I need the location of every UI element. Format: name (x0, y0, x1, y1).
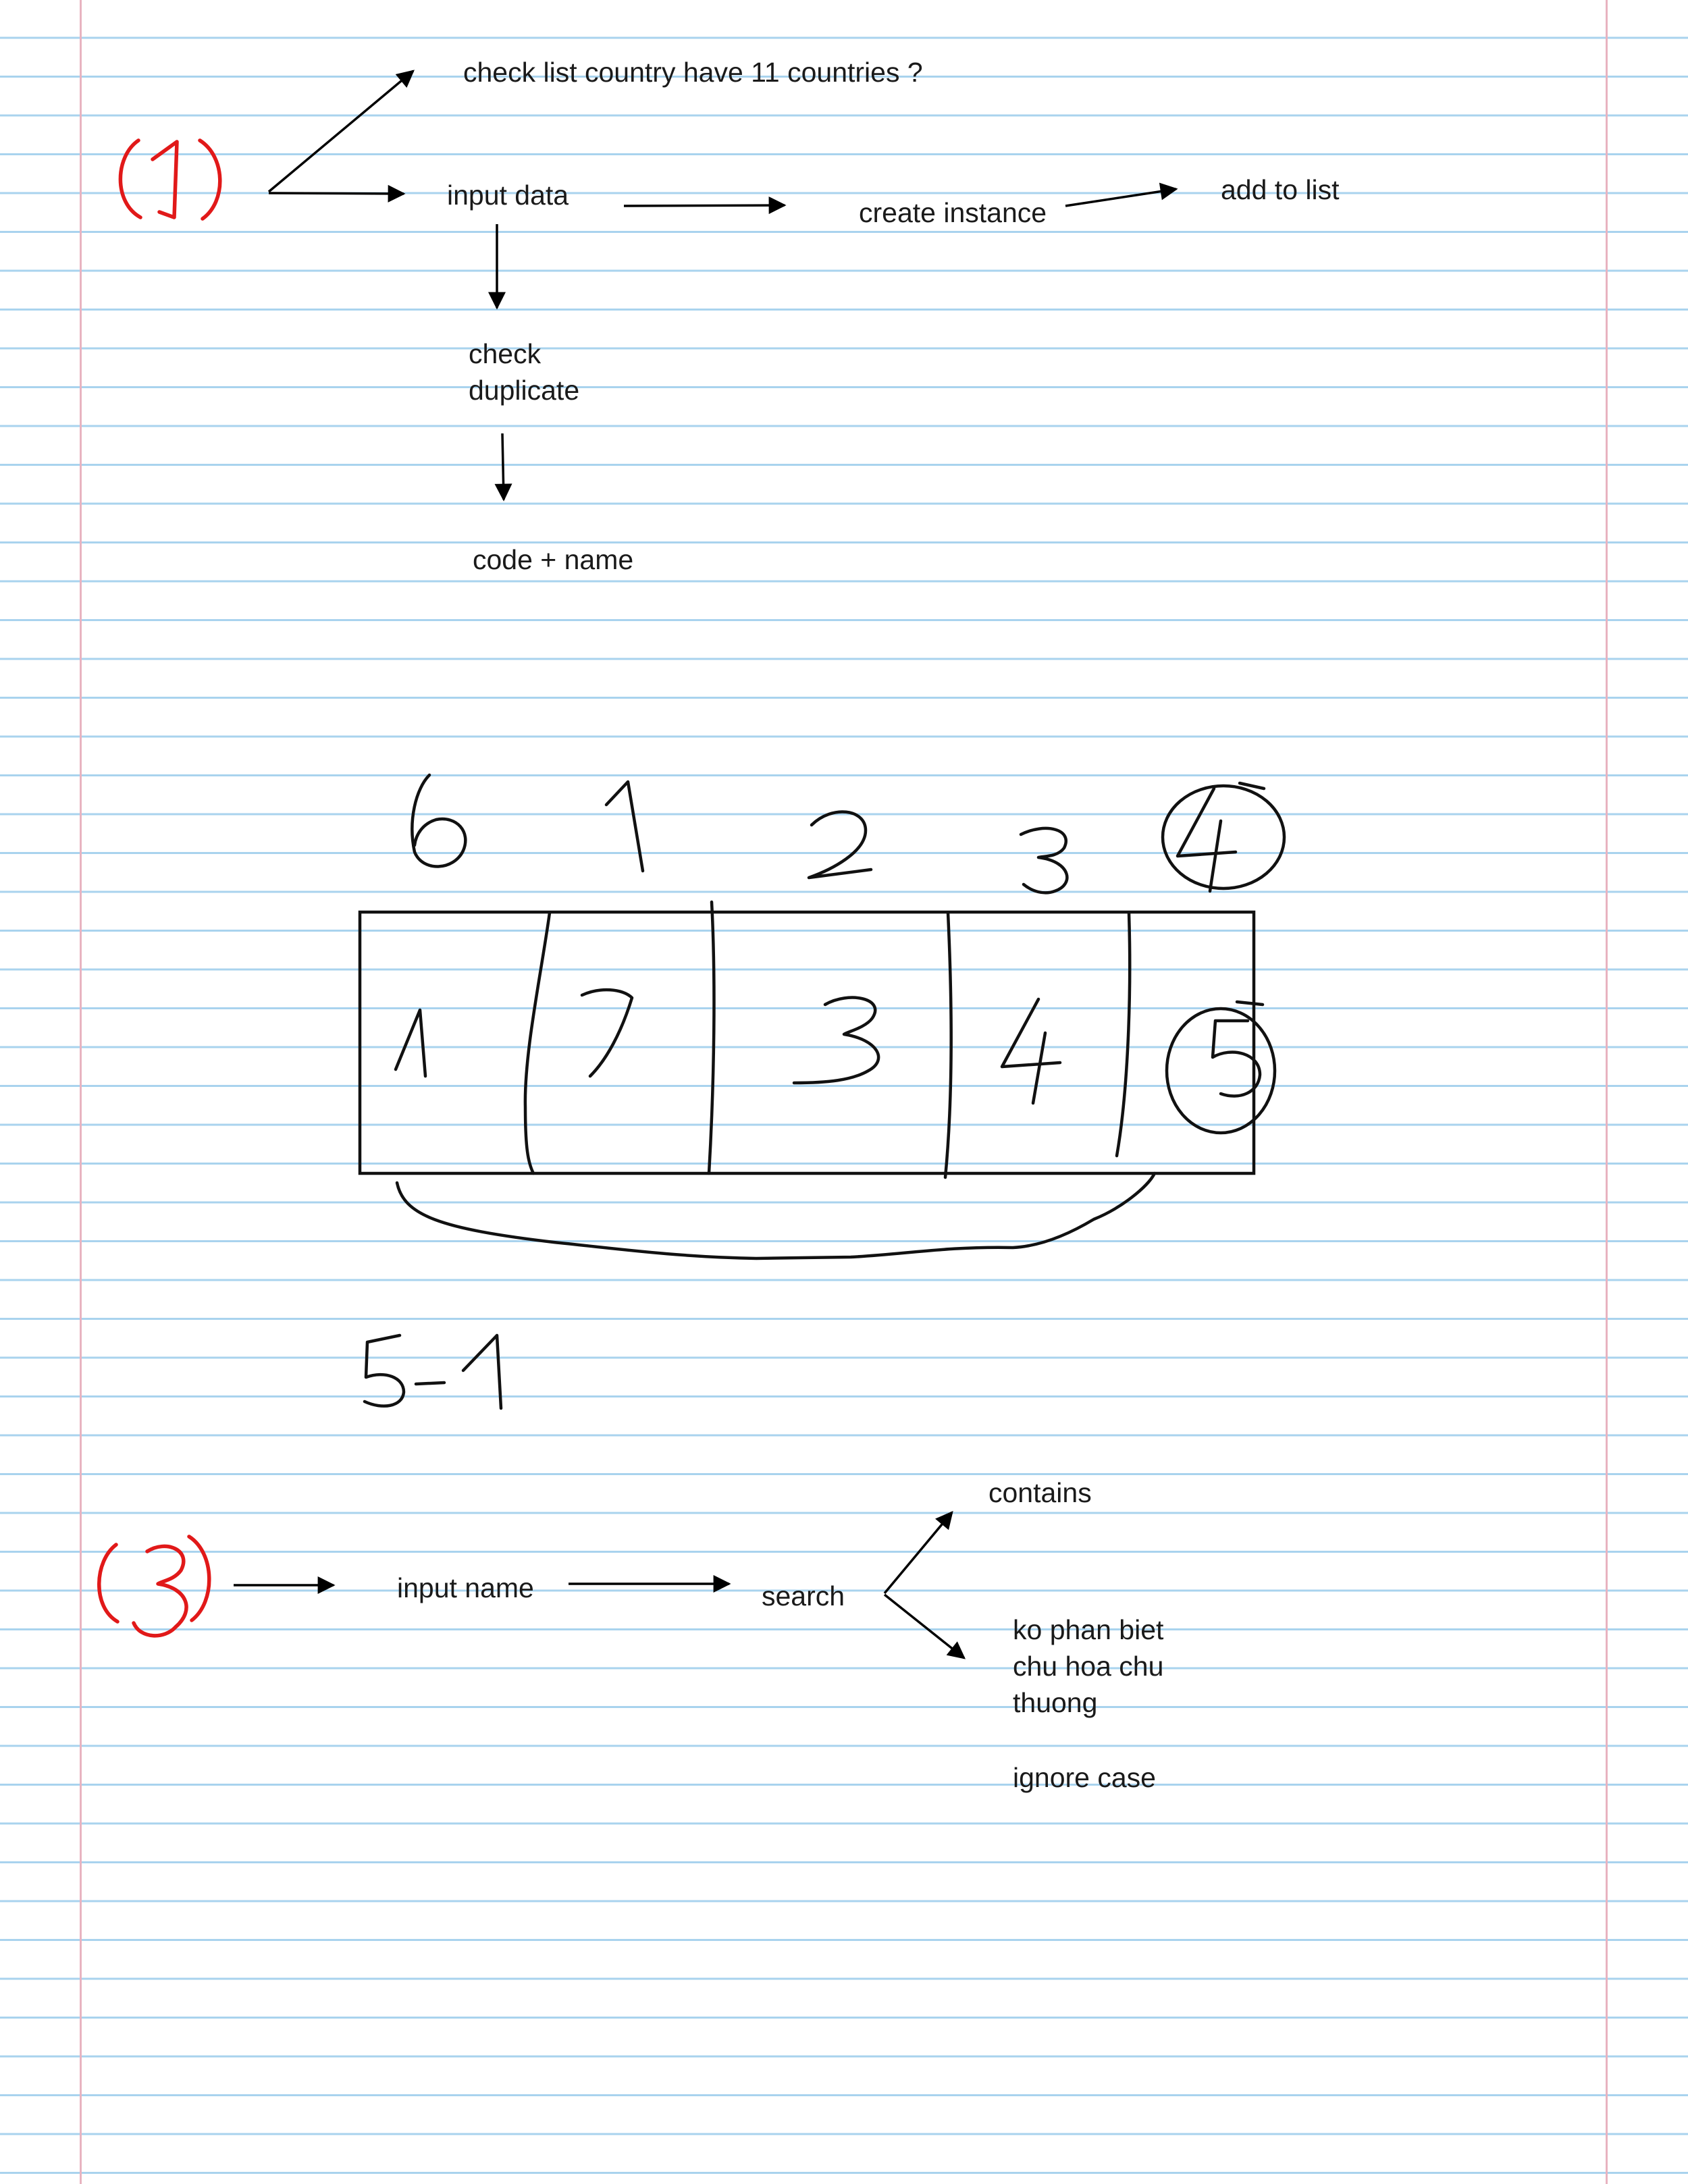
divider-3 (943, 911, 953, 1179)
index-digit-2 (807, 810, 873, 880)
ink-canvas (97, 70, 1286, 1659)
index-digit-1 (604, 780, 645, 873)
array-brace (395, 1171, 1157, 1260)
create-instance-label: create instance (859, 197, 1047, 228)
value-digit-4 (1000, 997, 1062, 1105)
search-label: search (762, 1580, 845, 1612)
divider-4 (1115, 911, 1132, 1158)
arrow-to-case-note (883, 1593, 966, 1659)
code-name-label: code + name (473, 544, 634, 575)
section1-marker-ink (118, 138, 222, 221)
array-box (358, 900, 1256, 1179)
check-duplicate-label: check duplicate (469, 338, 580, 406)
formula-minus (414, 1381, 446, 1386)
section3-arrows (234, 1511, 966, 1659)
section1-arrows (267, 70, 1178, 502)
section3-marker-ink (97, 1535, 211, 1638)
index-4-circle (1161, 784, 1286, 890)
contains-label: contains (988, 1477, 1092, 1508)
value-digit-3 (792, 996, 880, 1085)
add-to-list-label: add to list (1221, 174, 1340, 205)
arrow-to-create-instance (623, 196, 787, 215)
divider-2 (707, 900, 716, 1175)
index-digit-0 (411, 773, 467, 868)
value-digit-2 (580, 988, 634, 1078)
arrow-to-input-data (268, 184, 406, 203)
input-name-label: input name (397, 1572, 534, 1603)
index-digit-3 (1019, 826, 1069, 895)
arrow-to-contains (883, 1511, 953, 1595)
case-note-label: ko phan biet chu hoa chu thuong (1013, 1614, 1164, 1718)
index-digit-4 (1176, 787, 1238, 893)
formula-digit-1 (461, 1333, 503, 1410)
value-digit-1 (394, 1008, 427, 1078)
array-index-digits (411, 773, 1286, 895)
input-data-label: input data (447, 180, 569, 211)
divider-1 (523, 911, 552, 1175)
ignore-case-label: ignore case (1013, 1762, 1156, 1793)
arrow-to-code-name (494, 433, 512, 502)
formula-ink (363, 1333, 503, 1410)
arrow-to-check-list (267, 70, 415, 193)
formula-digit-5 (363, 1333, 406, 1408)
arrow-to-add-to-list (1065, 182, 1178, 207)
check-list-label: check list country have 11 countries ? (463, 57, 923, 88)
